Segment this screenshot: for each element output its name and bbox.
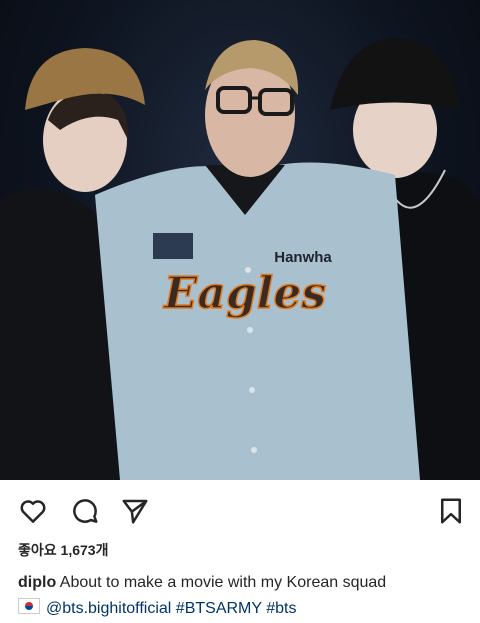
heart-icon[interactable] [18, 496, 48, 526]
korea-flag-icon [18, 598, 40, 614]
send-icon[interactable] [120, 496, 150, 526]
jersey-team-text: Eagles [162, 268, 326, 319]
jersey-sponsor-text: Hanwha [274, 249, 332, 266]
hashtag-link[interactable]: #bts [266, 600, 296, 617]
post-caption: diplo About to make a movie with my Kore… [18, 570, 468, 622]
caption-username[interactable]: diplo [18, 574, 56, 591]
likes-count[interactable]: 좋아요 1,673개 [18, 540, 108, 560]
caption-line-2: @bts.bighitofficial #BTSARMY #bts [18, 596, 468, 622]
comment-icon[interactable] [70, 496, 100, 526]
bookmark-icon[interactable] [436, 496, 466, 526]
mention-link[interactable]: @bts.bighitofficial [46, 600, 171, 617]
post-photo[interactable]: Eagles Hanwha [0, 0, 480, 480]
post-actions-bar [0, 480, 480, 538]
caption-line-1: diplo About to make a movie with my Kore… [18, 570, 468, 596]
hashtag-link[interactable]: #BTSARMY [176, 600, 262, 617]
photo-illustration: Eagles Hanwha [0, 38, 480, 480]
caption-text: About to make a movie with my Korean squ… [59, 574, 387, 591]
flag-taeguk [25, 602, 33, 610]
